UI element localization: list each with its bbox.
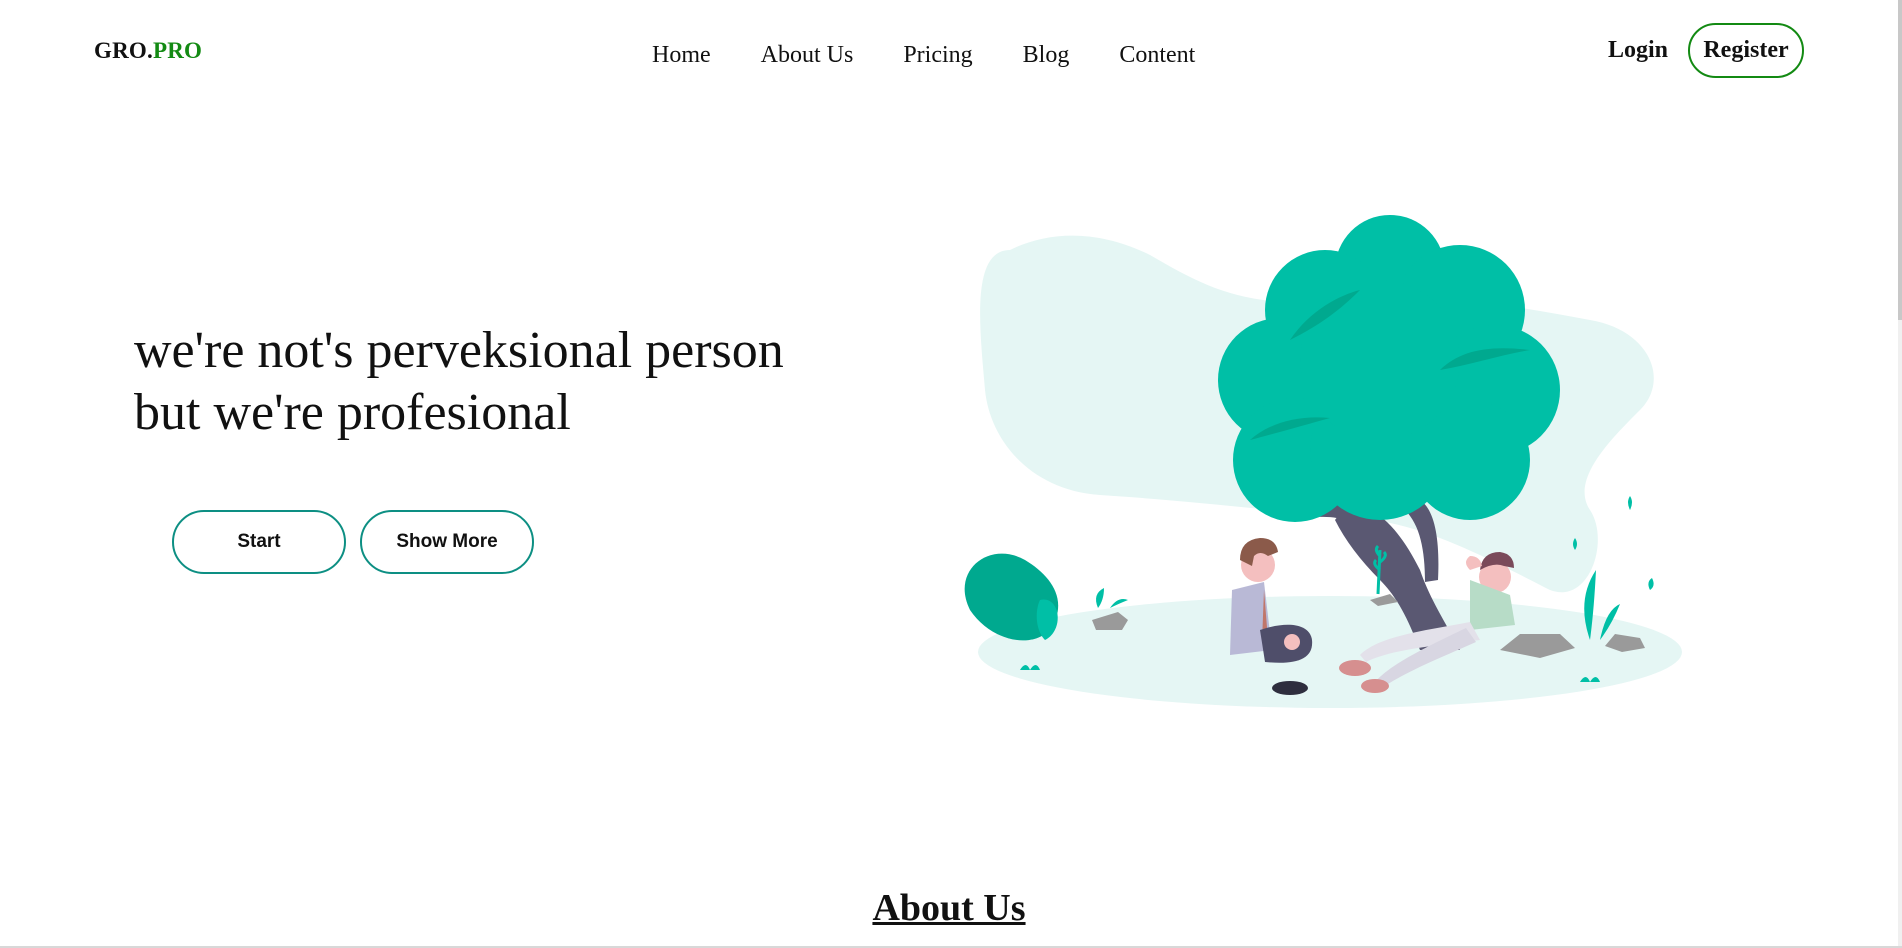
falling-leaf (1648, 578, 1654, 590)
sprout (1096, 588, 1128, 608)
register-button[interactable]: Register (1688, 23, 1804, 78)
hero-headline: we're not's perveksional person but we'r… (134, 320, 854, 444)
page-scrollbar[interactable] (1898, 0, 1902, 948)
two-people-under-tree-illustration (964, 215, 1682, 708)
hero-headline-line-2: but we're profesional (134, 384, 571, 441)
about-section-title: About Us (872, 887, 1026, 929)
tree-canopy (1218, 215, 1560, 522)
main-nav: Home About Us Pricing Blog Content (652, 42, 1195, 69)
auth-controls: Login Register (1608, 23, 1804, 78)
nav-content[interactable]: Content (1119, 42, 1195, 69)
ground-ellipse (978, 596, 1682, 708)
start-button[interactable]: Start (172, 510, 346, 574)
landing-page: GRO.PRO Home About Us Pricing Blog Conte… (0, 0, 1902, 948)
nav-home[interactable]: Home (652, 42, 711, 69)
hero-actions: Start Show More (172, 510, 534, 574)
nav-pricing[interactable]: Pricing (903, 42, 972, 69)
nav-about-us[interactable]: About Us (761, 42, 854, 69)
brand-text-accent: PRO (152, 38, 203, 63)
nav-blog[interactable]: Blog (1023, 42, 1070, 69)
show-more-button[interactable]: Show More (360, 510, 534, 574)
brand-logo[interactable]: GRO.PRO (94, 38, 202, 64)
hero-headline-line-1: we're not's perveksional person (134, 322, 784, 379)
brand-text-primary: GRO. (94, 38, 153, 63)
scrollbar-thumb[interactable] (1898, 0, 1902, 320)
falling-leaf (1628, 496, 1632, 510)
login-link[interactable]: Login (1608, 37, 1668, 64)
